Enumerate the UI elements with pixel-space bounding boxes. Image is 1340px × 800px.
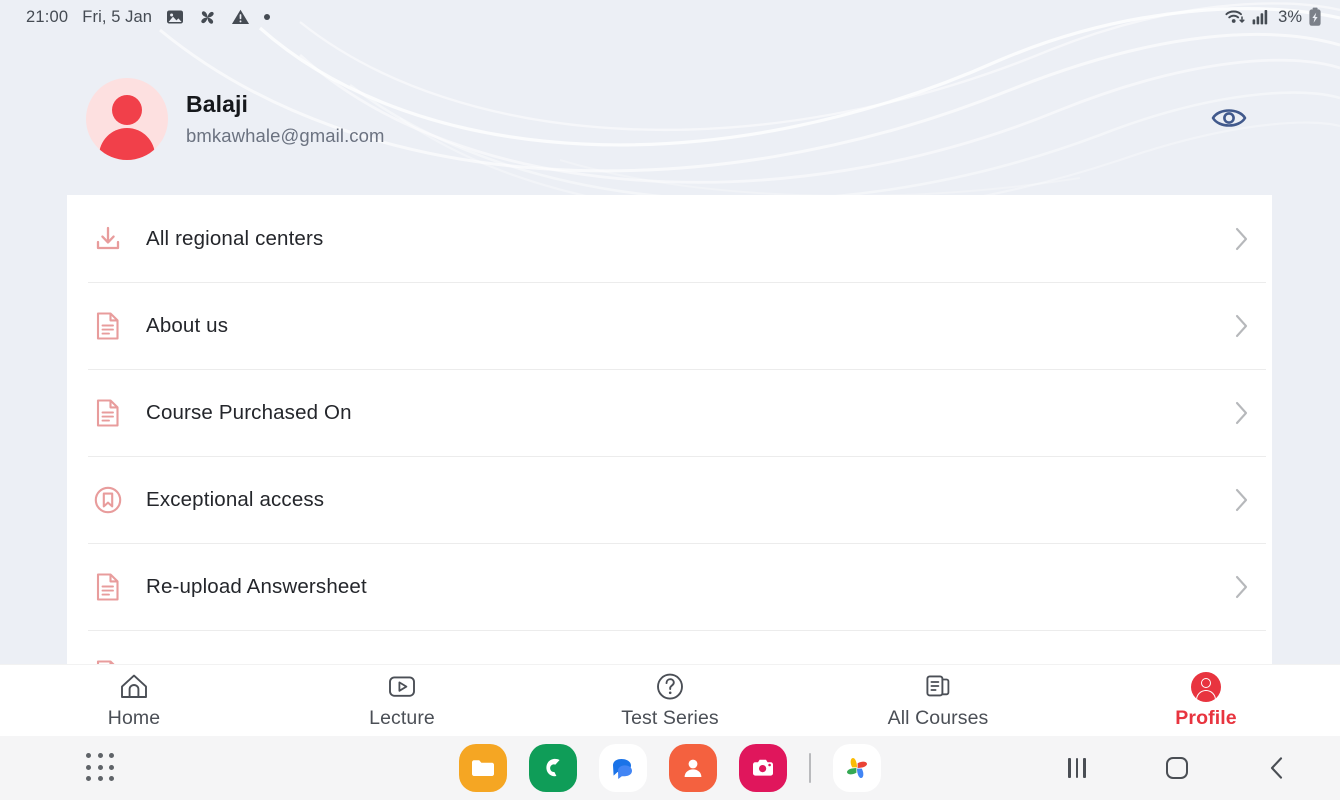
chevron-right-icon (1234, 400, 1254, 426)
warning-triangle-icon (231, 8, 250, 26)
chevron-right-icon (1234, 226, 1254, 252)
dot-indicator-icon (264, 14, 271, 20)
menu-item-label: Exceptional access (146, 487, 325, 511)
nav-item-label: Lecture (369, 706, 435, 729)
nav-item-label: Profile (1175, 706, 1237, 729)
home-square-icon (1166, 757, 1188, 779)
nav-item-label: All Courses (887, 706, 989, 729)
question-circle-icon (655, 672, 685, 702)
avatar (86, 78, 168, 160)
eye-icon[interactable] (1209, 98, 1249, 138)
nav-item-test-series[interactable]: Test Series (536, 672, 804, 730)
back-button[interactable] (1260, 751, 1294, 785)
image-icon (166, 8, 184, 26)
profile-summary[interactable]: Balaji bmkawhale@gmail.com (86, 78, 385, 160)
menu-item-label: All regional centers (146, 226, 324, 250)
status-bar: 21:00 Fri, 5 Jan 3% (0, 0, 1340, 34)
system-navigation-buttons (1060, 751, 1294, 785)
phone-screen: Balaji bmkawhale@gmail.com 21:00 Fri, 5 … (0, 0, 1340, 800)
profile-avatar-head (1201, 677, 1211, 688)
document-icon (88, 654, 128, 664)
avatar-head (112, 95, 142, 125)
messages-icon[interactable] (599, 744, 647, 792)
my-files-icon[interactable] (459, 744, 507, 792)
app-drawer-icon[interactable] (86, 753, 116, 783)
contacts-icon[interactable] (669, 744, 717, 792)
menu-item-exceptional-access[interactable]: Exceptional access (67, 456, 1272, 543)
status-time: 21:00 (26, 7, 69, 26)
menu-item-partial-next[interactable] (67, 630, 1272, 664)
chevron-right-icon (1234, 487, 1254, 513)
nav-item-all-courses[interactable]: All Courses (804, 672, 1072, 730)
recents-button[interactable] (1060, 751, 1094, 785)
profile-avatar-body (1196, 690, 1216, 702)
bottom-navigation: Home Lecture Test Series All Courses Pro… (0, 664, 1340, 736)
camera-icon[interactable] (739, 744, 787, 792)
chevron-right-icon (1234, 313, 1254, 339)
menu-item-course-purchased-on[interactable]: Course Purchased On (67, 369, 1272, 456)
dock-app-shortcuts (459, 744, 881, 792)
pinwheel-icon (198, 8, 217, 27)
nav-item-home[interactable]: Home (0, 672, 268, 730)
badge-circle-icon (88, 480, 128, 520)
avatar-body (99, 128, 155, 160)
menu-item-all-regional-centers[interactable]: All regional centers (67, 195, 1272, 282)
download-icon (88, 219, 128, 259)
menu-item-label: Re-upload Answersheet (146, 574, 367, 598)
cellular-signal-icon (1252, 9, 1269, 25)
home-button[interactable] (1160, 751, 1194, 785)
menu-item-about-us[interactable]: About us (67, 282, 1272, 369)
google-photos-icon[interactable] (833, 744, 881, 792)
nav-item-lecture[interactable]: Lecture (268, 672, 536, 730)
status-date: Fri, 5 Jan (82, 7, 153, 26)
nav-item-profile[interactable]: Profile (1072, 671, 1340, 730)
recents-icon (1068, 758, 1086, 778)
menu-item-re-upload-answersheet[interactable]: Re-upload Answersheet (67, 543, 1272, 630)
video-play-icon (386, 672, 418, 702)
profile-name: Balaji (186, 90, 248, 117)
battery-percentage: 3% (1278, 7, 1302, 26)
document-icon (88, 567, 128, 607)
wifi-icon (1225, 8, 1247, 26)
status-right-group: 3% (1225, 7, 1322, 27)
eye-icon-glyph (1211, 109, 1247, 127)
profile-text: Balaji bmkawhale@gmail.com (186, 91, 385, 148)
menu-item-label: About us (146, 313, 229, 337)
menu-item-label: Course Purchased On (146, 400, 352, 424)
profile-menu-card: All regional centers About us Course Pur… (67, 195, 1272, 664)
profile-avatar-icon (1191, 671, 1221, 702)
profile-email: bmkawhale@gmail.com (186, 125, 385, 147)
phone-icon[interactable] (529, 744, 577, 792)
documents-stack-icon (922, 672, 954, 702)
status-left-group: 21:00 Fri, 5 Jan (26, 7, 271, 27)
home-icon (118, 672, 150, 702)
chevron-right-icon (1234, 574, 1254, 600)
back-chevron-icon (1270, 757, 1283, 779)
nav-item-label: Home (107, 706, 161, 729)
battery-charging-icon (1308, 7, 1322, 27)
nav-item-label: Test Series (621, 706, 719, 729)
document-icon (88, 393, 128, 433)
dock-separator (809, 753, 811, 783)
system-dock (0, 736, 1340, 800)
document-icon (88, 306, 128, 346)
profile-avatar-circle (1191, 671, 1221, 702)
